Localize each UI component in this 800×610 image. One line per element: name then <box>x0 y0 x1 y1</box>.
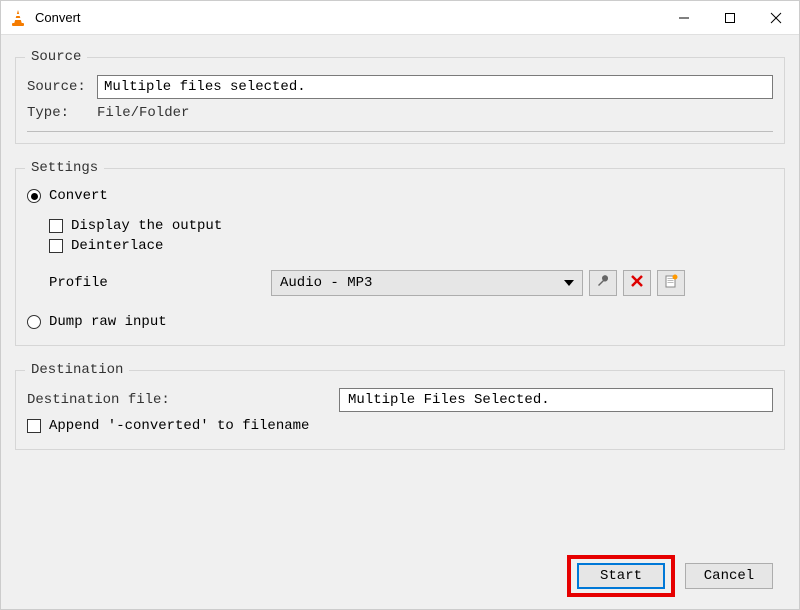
checkbox-icon <box>49 239 63 253</box>
profile-dropdown[interactable]: Audio - MP3 <box>271 270 583 296</box>
destination-legend: Destination <box>25 362 129 378</box>
convert-dialog: Convert Source Source: Type: File/Fo <box>0 0 800 610</box>
type-value: File/Folder <box>97 105 189 121</box>
dump-raw-radio[interactable]: Dump raw input <box>27 314 773 330</box>
source-group: Source Source: Type: File/Folder <box>15 49 785 144</box>
append-converted-label: Append '-converted' to filename <box>49 418 309 434</box>
minimize-button[interactable] <box>661 1 707 35</box>
chevron-down-icon <box>564 280 574 286</box>
deinterlace-checkbox[interactable]: Deinterlace <box>49 238 773 254</box>
new-profile-button[interactable] <box>657 270 685 296</box>
settings-group: Settings Convert Display the output Dein… <box>15 160 785 346</box>
convert-radio[interactable]: Convert <box>27 188 773 204</box>
dump-raw-label: Dump raw input <box>49 314 167 330</box>
profile-value: Audio - MP3 <box>280 275 564 291</box>
display-output-label: Display the output <box>71 218 222 234</box>
dialog-content: Source Source: Type: File/Folder Setting… <box>1 35 799 609</box>
destination-file-input[interactable] <box>339 388 773 412</box>
cancel-button[interactable]: Cancel <box>685 563 773 589</box>
append-converted-checkbox[interactable]: Append '-converted' to filename <box>27 418 773 434</box>
edit-profile-button[interactable] <box>589 270 617 296</box>
checkbox-icon <box>27 419 41 433</box>
radio-icon <box>27 315 41 329</box>
checkbox-icon <box>49 219 63 233</box>
dest-file-label: Destination file: <box>27 392 339 408</box>
titlebar: Convert <box>1 1 799 35</box>
dialog-footer: Start Cancel <box>15 549 785 601</box>
close-button[interactable] <box>753 1 799 35</box>
highlight-annotation: Start <box>567 555 675 597</box>
type-label: Type: <box>27 105 97 121</box>
convert-radio-label: Convert <box>49 188 108 204</box>
radio-icon <box>27 189 41 203</box>
new-document-icon <box>664 274 678 293</box>
destination-group: Destination Destination file: Append '-c… <box>15 362 785 450</box>
x-icon <box>630 274 644 293</box>
wrench-icon <box>595 273 611 294</box>
window-title: Convert <box>35 10 661 25</box>
display-output-checkbox[interactable]: Display the output <box>49 218 773 234</box>
settings-legend: Settings <box>25 160 104 176</box>
deinterlace-label: Deinterlace <box>71 238 163 254</box>
vlc-cone-icon <box>9 9 27 27</box>
source-input[interactable] <box>97 75 773 99</box>
profile-label: Profile <box>27 275 265 291</box>
source-label: Source: <box>27 79 97 95</box>
window-controls <box>661 1 799 35</box>
delete-profile-button[interactable] <box>623 270 651 296</box>
start-button[interactable]: Start <box>577 563 665 589</box>
source-legend: Source <box>25 49 87 65</box>
maximize-button[interactable] <box>707 1 753 35</box>
